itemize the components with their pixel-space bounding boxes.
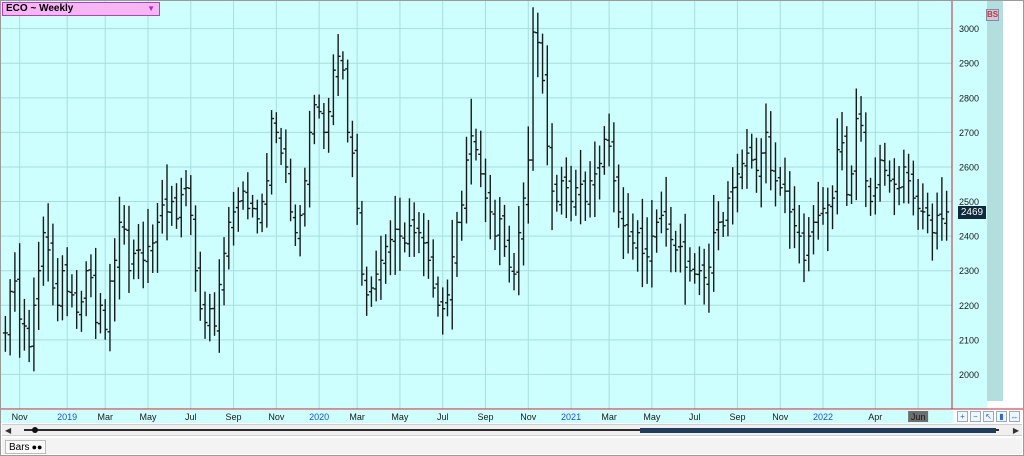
symbol-label: ECO ~ Weekly [6,3,74,14]
x-tick-label: Jun [911,412,926,422]
x-tick-label: Mar [97,412,113,422]
binoculars-icon: ●● [31,442,43,452]
x-tick-label: May [391,412,409,422]
chart-window: 2000 2100 2200 2300 2400 2500 2600 2700 2800 2900… [0,0,1024,456]
price-axis-band [987,1,1003,401]
last-price-label: 2469 [958,206,986,220]
x-tick-label: Sep [226,412,242,422]
status-bar: Bars ●● [2,438,1022,454]
y-tick-label: 2800 [959,93,979,103]
bars-tab[interactable]: Bars ●● [5,440,47,454]
cursor-icon[interactable]: ↖ [983,411,994,422]
y-tick-label: 2300 [959,266,979,276]
x-tick-label: Jul [185,412,197,422]
y-tick-label: 2700 [959,128,979,138]
bars-tab-label: Bars [9,442,30,453]
x-tick-label: 2019 [57,412,77,422]
y-tick-label: 2200 [959,301,979,311]
x-tick-label: Nov [12,412,29,422]
y-tick-label: 2900 [959,59,979,69]
time-scrollbar[interactable]: ◀ ▶ [2,424,1022,436]
y-tick-label: 2000 [959,370,979,380]
x-tick-label: Jul [437,412,449,422]
x-tick-label: Sep [477,412,493,422]
x-tick-label: 2021 [561,412,581,422]
x-tick-label: Jul [689,412,701,422]
x-tick-label: Mar [349,412,365,422]
dropdown-arrow-icon[interactable]: ▼ [147,3,155,15]
plot-background [1,1,953,409]
zoom-out-icon[interactable]: − [970,411,981,422]
x-tick-label: Apr [868,412,882,422]
expand-icon[interactable]: ↔ [1009,411,1020,422]
x-tick-label: Mar [601,412,617,422]
bs-badge[interactable]: BS [986,9,999,21]
x-tick-label: Sep [729,412,745,422]
x-tick-label: Nov [520,412,537,422]
chart-icon[interactable]: ▮ [996,411,1007,422]
x-tick-label: 2022 [813,412,833,422]
x-tick-label: 2020 [309,412,329,422]
scroll-right-icon[interactable]: ▶ [1013,426,1019,435]
y-tick-label: 3000 [959,24,979,34]
x-tick-label: Nov [268,412,285,422]
x-tick-label: May [139,412,157,422]
scroll-thumb[interactable] [640,428,996,433]
y-tick-label: 2100 [959,335,979,345]
x-tick-label: May [643,412,661,422]
y-tick-label: 2400 [959,232,979,242]
scroll-left-icon[interactable]: ◀ [5,426,11,435]
zoom-toolbar: + − ↖ ▮ ↔ [957,411,1020,423]
symbol-selector[interactable]: ECO ~ Weekly ▼ [2,2,160,16]
x-tick-label: Nov [772,412,789,422]
zoom-in-icon[interactable]: + [957,411,968,422]
price-chart[interactable]: 2000210022002300240025002600270028002900… [1,1,1023,423]
y-tick-label: 2600 [959,162,979,172]
scroll-knob[interactable] [32,427,38,433]
